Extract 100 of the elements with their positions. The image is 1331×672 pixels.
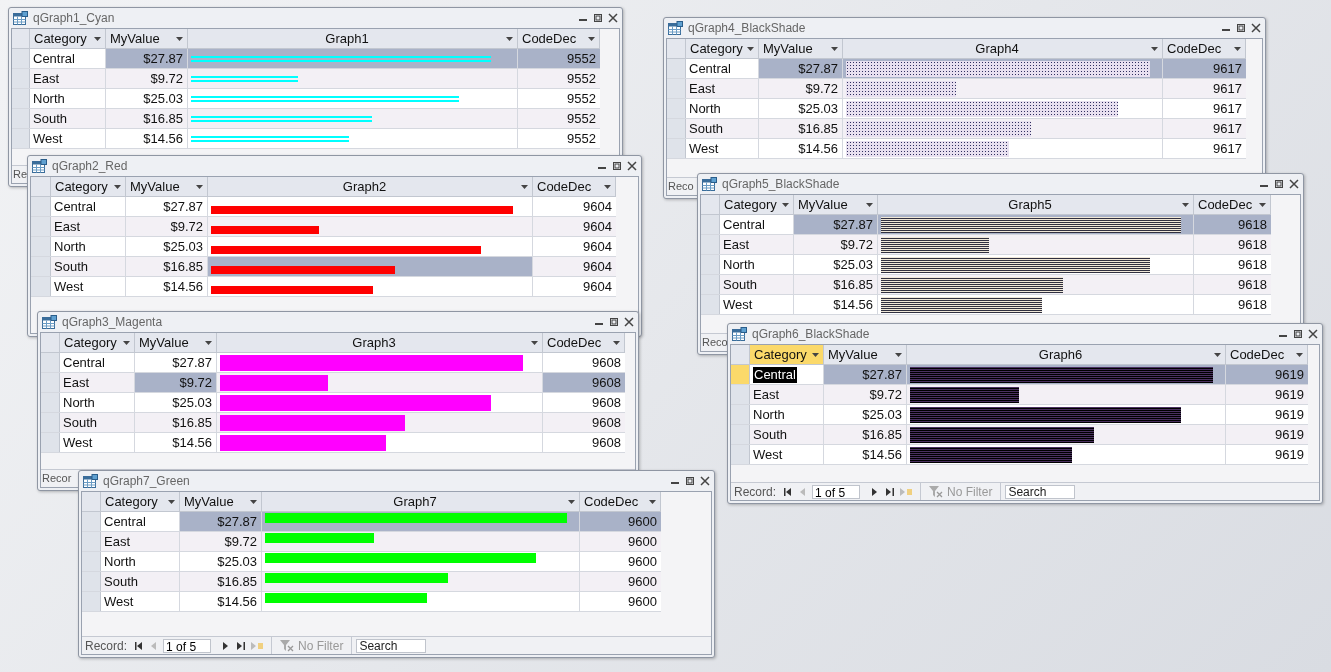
search-field[interactable]: Search	[356, 638, 427, 653]
column-header[interactable]: MyValue	[135, 333, 217, 352]
column-header[interactable]: MyValue	[794, 195, 878, 214]
table-cell: East	[723, 236, 749, 253]
row-selector[interactable]	[12, 129, 30, 148]
row-selector[interactable]	[731, 405, 750, 424]
row-selector[interactable]	[31, 237, 51, 256]
row-selector[interactable]	[731, 445, 750, 464]
column-header[interactable]: Graph2	[208, 177, 533, 196]
row-selector[interactable]	[701, 275, 720, 294]
restore-icon[interactable]	[612, 161, 622, 171]
close-icon[interactable]	[624, 317, 634, 327]
first-record-icon[interactable]	[135, 641, 144, 650]
row-selector[interactable]	[701, 215, 720, 234]
column-header[interactable]: CodeDec	[1163, 39, 1246, 58]
row-selector[interactable]	[41, 413, 60, 432]
column-header[interactable]: MyValue	[824, 345, 907, 364]
row-selector[interactable]	[731, 365, 750, 384]
restore-icon[interactable]	[1293, 329, 1303, 339]
column-header[interactable]: CodeDec	[1194, 195, 1271, 214]
row-selector[interactable]	[701, 295, 720, 314]
row-selector[interactable]	[667, 99, 686, 118]
table-cell: 9619	[1226, 425, 1308, 444]
column-header[interactable]: Category	[720, 195, 794, 214]
previous-record-icon[interactable]	[800, 487, 807, 496]
column-header[interactable]: CodeDec	[518, 29, 600, 48]
row-selector[interactable]	[82, 572, 101, 591]
column-header[interactable]: Graph5	[878, 195, 1194, 214]
row-selector[interactable]	[82, 512, 101, 531]
row-selector[interactable]	[731, 385, 750, 404]
column-header[interactable]: Graph1	[188, 29, 518, 48]
table-cell: South	[63, 414, 97, 431]
column-header[interactable]: CodeDec	[1226, 345, 1308, 364]
record-position-field[interactable]: 1 of 5	[163, 638, 212, 653]
new-record-icon[interactable]	[251, 641, 264, 650]
column-header[interactable]: Graph4	[843, 39, 1163, 58]
close-icon[interactable]	[627, 161, 637, 171]
row-selector[interactable]	[12, 89, 30, 108]
row-selector[interactable]	[82, 592, 101, 611]
row-selector[interactable]	[31, 277, 51, 296]
column-header[interactable]: Category	[750, 345, 824, 364]
first-record-icon[interactable]	[784, 487, 793, 496]
column-header[interactable]: MyValue	[106, 29, 188, 48]
table-cell: $14.56	[180, 592, 262, 611]
column-header[interactable]: CodeDec	[533, 177, 616, 196]
filter-icon	[929, 485, 944, 498]
column-header[interactable]: Graph6	[907, 345, 1226, 364]
row-selector[interactable]	[41, 433, 60, 452]
column-header[interactable]: Category	[101, 492, 180, 511]
row-selector[interactable]	[701, 235, 720, 254]
row-selector[interactable]	[82, 532, 101, 551]
table-cell: $14.56	[759, 139, 843, 158]
row-selector[interactable]	[31, 257, 51, 276]
column-header[interactable]: MyValue	[759, 39, 843, 58]
row-selector[interactable]	[12, 109, 30, 128]
row-selector[interactable]	[31, 197, 51, 216]
row-selector[interactable]	[701, 255, 720, 274]
dropdown-caret-icon	[831, 46, 838, 51]
column-header[interactable]: Category	[686, 39, 759, 58]
restore-icon[interactable]	[685, 476, 695, 486]
row-selector[interactable]	[667, 119, 686, 138]
column-header[interactable]: Category	[30, 29, 106, 48]
close-icon[interactable]	[608, 13, 618, 23]
column-header[interactable]: MyValue	[180, 492, 262, 511]
search-field[interactable]: Search	[1005, 484, 1076, 499]
column-header[interactable]: CodeDec	[580, 492, 661, 511]
row-selector[interactable]	[667, 59, 686, 78]
new-record-icon[interactable]	[900, 487, 913, 496]
row-selector[interactable]	[667, 79, 686, 98]
close-icon[interactable]	[1308, 329, 1318, 339]
row-selector[interactable]	[41, 393, 60, 412]
column-header[interactable]: MyValue	[126, 177, 208, 196]
column-header[interactable]: CodeDec	[543, 333, 625, 352]
column-header[interactable]: Graph7	[262, 492, 580, 511]
row-selector[interactable]	[731, 425, 750, 444]
table-icon	[83, 474, 98, 488]
restore-icon[interactable]	[1274, 179, 1284, 189]
row-selector[interactable]	[667, 139, 686, 158]
close-icon[interactable]	[1289, 179, 1299, 189]
column-header[interactable]: Graph3	[217, 333, 543, 352]
record-position-field[interactable]: 1 of 5	[812, 484, 861, 499]
restore-icon[interactable]	[609, 317, 619, 327]
column-header[interactable]: Category	[51, 177, 126, 196]
row-selector[interactable]	[31, 217, 51, 236]
next-record-icon[interactable]	[872, 487, 879, 496]
table-cell: $14.56	[126, 277, 208, 296]
last-record-icon[interactable]	[237, 641, 246, 650]
row-selector[interactable]	[41, 373, 60, 392]
close-icon[interactable]	[700, 476, 710, 486]
restore-icon[interactable]	[593, 13, 603, 23]
previous-record-icon[interactable]	[151, 641, 158, 650]
close-icon[interactable]	[1251, 23, 1261, 33]
next-record-icon[interactable]	[223, 641, 230, 650]
row-selector[interactable]	[82, 552, 101, 571]
last-record-icon[interactable]	[886, 487, 895, 496]
row-selector[interactable]	[12, 49, 30, 68]
column-header[interactable]: Category	[60, 333, 135, 352]
row-selector[interactable]	[41, 353, 60, 372]
restore-icon[interactable]	[1236, 23, 1246, 33]
row-selector[interactable]	[12, 69, 30, 88]
